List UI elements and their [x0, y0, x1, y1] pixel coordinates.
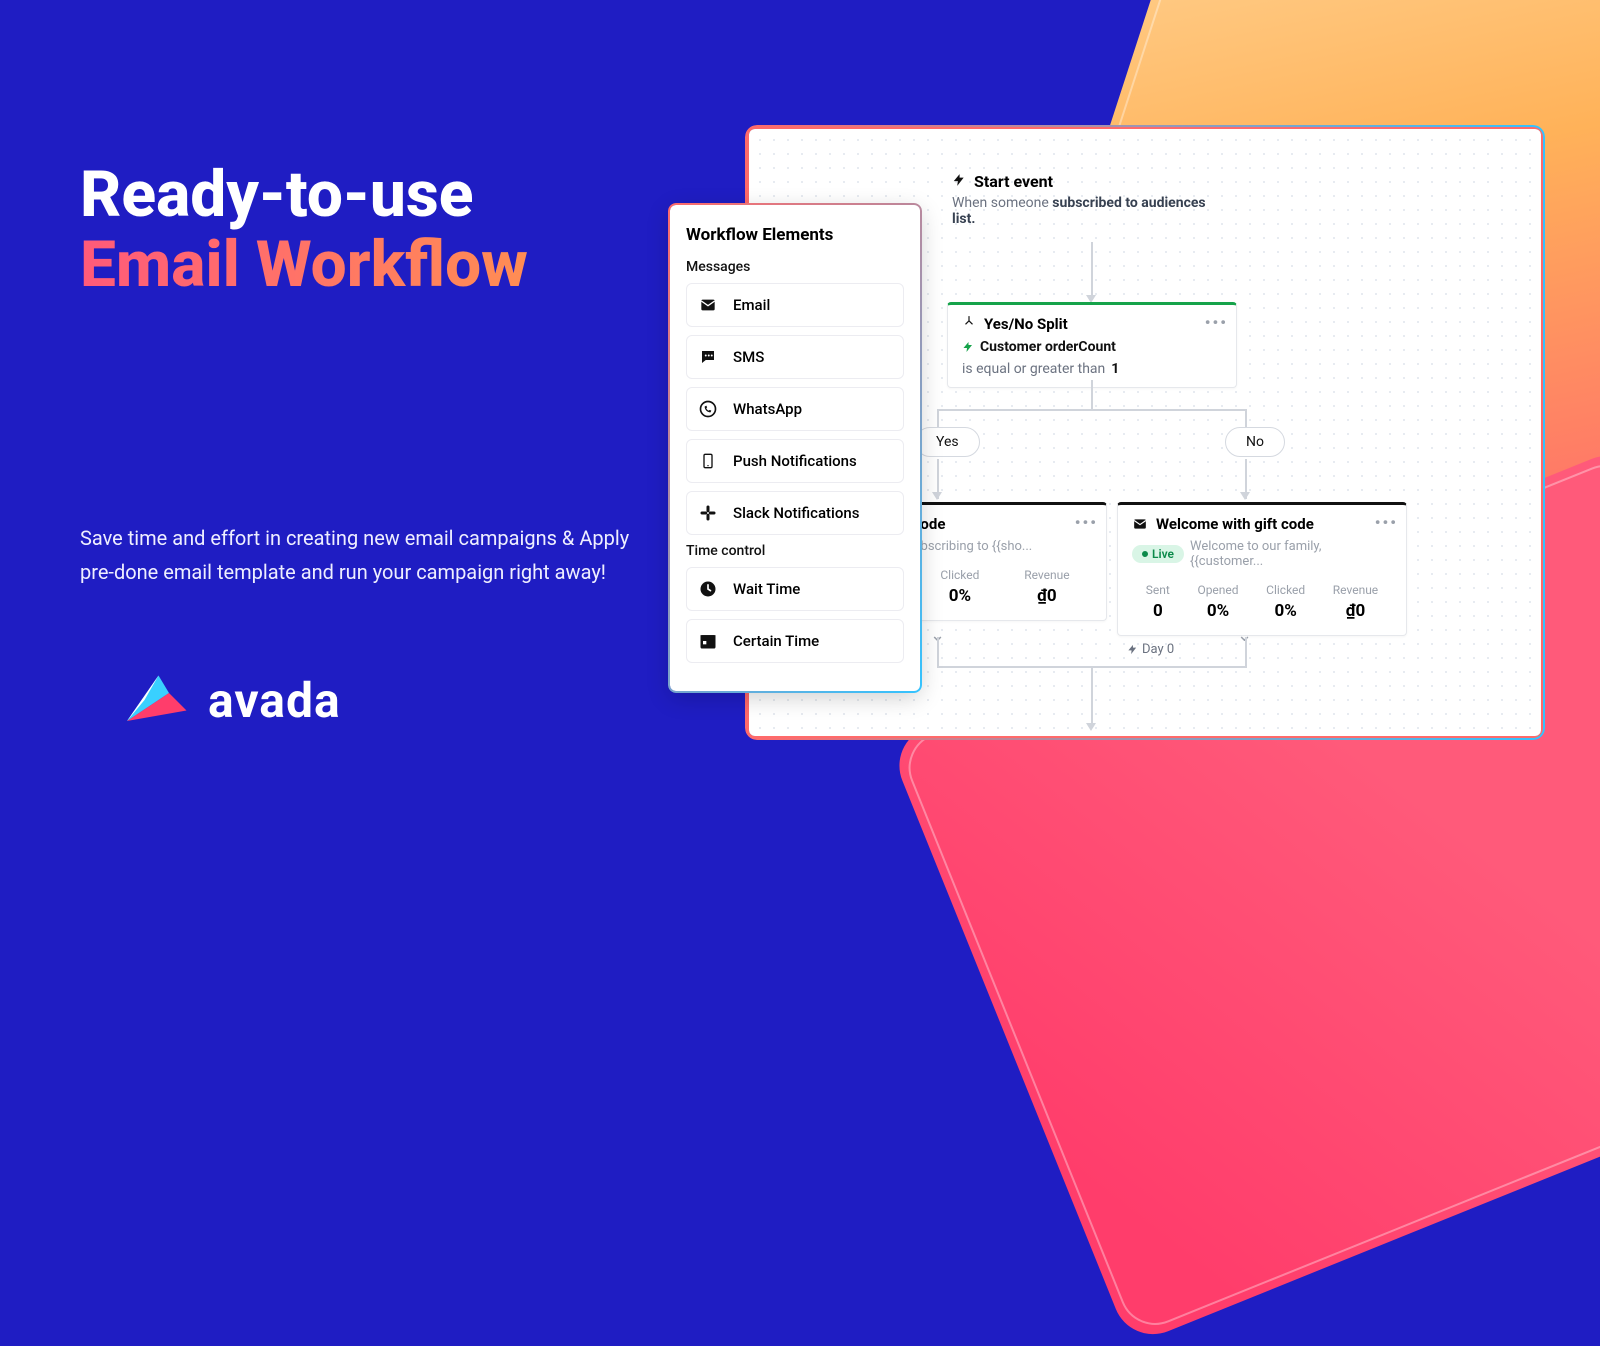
- workflow-elements-panel[interactable]: Workflow Elements Messages Email SMS Wha…: [670, 205, 920, 691]
- bolt-icon: [962, 341, 974, 353]
- email-preview: Welcome to our family, {{customer...: [1190, 539, 1392, 569]
- more-icon[interactable]: •••: [1075, 513, 1098, 532]
- element-label: WhatsApp: [733, 400, 802, 418]
- push-icon: [697, 450, 719, 472]
- status-badge-live: Live: [1132, 545, 1184, 563]
- slack-icon: [697, 502, 719, 524]
- connector: [1245, 637, 1247, 667]
- clock-icon: [697, 578, 719, 600]
- element-certain-time[interactable]: Certain Time: [686, 619, 904, 663]
- connector: [1091, 380, 1093, 410]
- connector: [1091, 666, 1093, 686]
- branch-yes-pill: Yes: [915, 427, 980, 457]
- connector: [937, 409, 1247, 411]
- sms-icon: [697, 346, 719, 368]
- start-event-title: Start event: [974, 172, 1053, 191]
- element-sms[interactable]: SMS: [686, 335, 904, 379]
- panel-group-label: Time control: [686, 543, 904, 559]
- email-stats: Sent0 Opened0% Clicked0% Revenue₫0: [1132, 583, 1392, 621]
- brand-logo-icon: [120, 670, 190, 730]
- email-node-right[interactable]: Welcome with gift code ••• Live Welcome …: [1117, 502, 1407, 636]
- brand-name: avada: [208, 672, 341, 729]
- element-wait-time[interactable]: Wait Time: [686, 567, 904, 611]
- hero-subtitle: Save time and effort in creating new ema…: [80, 521, 640, 589]
- element-label: Email: [733, 296, 770, 314]
- element-slack[interactable]: Slack Notifications: [686, 491, 904, 535]
- split-node[interactable]: Yes/No Split ••• Customer orderCount is …: [947, 302, 1237, 388]
- hero-title: Ready-to-use Email Workflow: [80, 160, 640, 301]
- element-email[interactable]: Email: [686, 283, 904, 327]
- email-node-title: Welcome with gift code: [1156, 515, 1314, 533]
- element-label: Slack Notifications: [733, 504, 859, 522]
- brand-logo: avada: [120, 670, 341, 730]
- bolt-icon: [952, 172, 966, 191]
- arrow-icon: [1240, 492, 1250, 500]
- connector: [1245, 409, 1247, 429]
- split-icon: [962, 315, 976, 333]
- element-label: Certain Time: [733, 632, 819, 650]
- more-icon[interactable]: •••: [1205, 313, 1228, 332]
- panel-title: Workflow Elements: [686, 225, 904, 245]
- more-icon[interactable]: •••: [1375, 513, 1398, 532]
- connector: [1091, 685, 1093, 725]
- hero-title-line1: Ready-to-use: [80, 157, 474, 232]
- hero-title-line2: Email Workflow: [80, 230, 640, 300]
- branch-no-pill: No: [1225, 427, 1285, 457]
- start-event-description: When someone subscribed to audiences lis…: [952, 195, 1232, 227]
- panel-group-label: Messages: [686, 259, 904, 275]
- element-push[interactable]: Push Notifications: [686, 439, 904, 483]
- timing-label: Day 0: [1127, 642, 1174, 657]
- hero-section: Ready-to-use Email Workflow Save time an…: [80, 160, 640, 589]
- split-title: Yes/No Split: [984, 315, 1068, 333]
- element-label: Push Notifications: [733, 452, 857, 470]
- arrow-icon: [932, 492, 942, 500]
- element-whatsapp[interactable]: WhatsApp: [686, 387, 904, 431]
- start-event-node[interactable]: Start event When someone subscribed to a…: [952, 172, 1232, 227]
- email-icon: [697, 294, 719, 316]
- whatsapp-icon: [697, 398, 719, 420]
- element-label: SMS: [733, 348, 764, 366]
- connector: [1091, 242, 1093, 297]
- email-icon: [1132, 517, 1148, 531]
- calendar-icon: [697, 630, 719, 652]
- connector: [937, 409, 939, 429]
- arrow-icon: [1086, 723, 1096, 731]
- element-label: Wait Time: [733, 580, 800, 598]
- split-condition: Customer orderCount is equal or greater …: [962, 339, 1222, 377]
- connector: [937, 637, 939, 667]
